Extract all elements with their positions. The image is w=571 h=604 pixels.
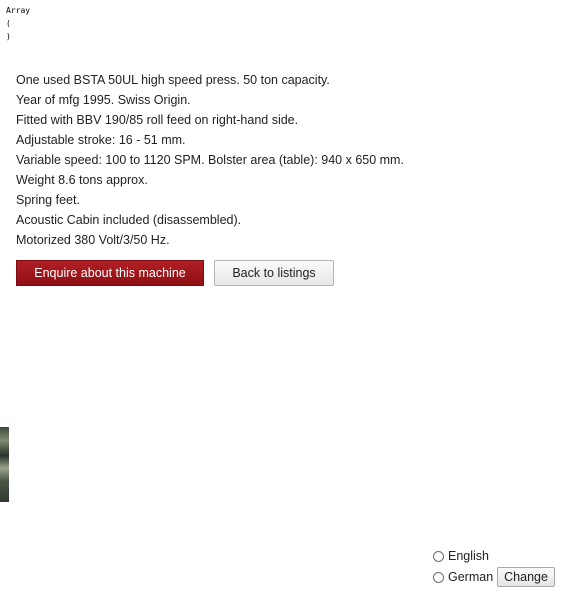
language-option-english[interactable]: English xyxy=(433,546,489,566)
language-selector: English German Change xyxy=(433,546,563,592)
english-radio[interactable] xyxy=(433,550,444,562)
description-line: Motorized 380 Volt/3/50 Hz. xyxy=(16,233,170,247)
description-line: Fitted with BBV 190/85 roll feed on righ… xyxy=(16,113,299,127)
debug-output: Array ( ) xyxy=(6,4,30,43)
enquire-button[interactable]: Enquire about this machine xyxy=(16,260,204,286)
description-line: Year of mfg 1995. Swiss Origin. xyxy=(16,93,191,107)
language-option-german[interactable]: German Change xyxy=(433,567,555,587)
back-to-listings-button[interactable]: Back to listings xyxy=(214,260,334,286)
change-language-button[interactable]: Change xyxy=(497,567,555,587)
debug-line: Array xyxy=(6,6,31,15)
german-label: German xyxy=(448,570,494,584)
german-radio[interactable] xyxy=(433,571,444,583)
description-line: One used BSTA 50UL high speed press. 50 … xyxy=(16,73,330,87)
description-line: Spring feet. xyxy=(16,193,80,207)
description-line: Weight 8.6 tons approx. xyxy=(16,173,148,187)
description-line: Adjustable stroke: 16 - 51 mm. xyxy=(16,133,186,147)
machine-description: One used BSTA 50UL high speed press. 50 … xyxy=(16,70,556,250)
machine-photo-thumbnail[interactable] xyxy=(0,427,9,502)
debug-line: ) xyxy=(6,32,11,41)
description-line: Acoustic Cabin included (disassembled). xyxy=(16,213,242,227)
debug-line: ( xyxy=(6,19,11,28)
description-line: Variable speed: 100 to 1120 SPM. Bolster… xyxy=(16,153,404,167)
english-label: English xyxy=(448,549,489,563)
